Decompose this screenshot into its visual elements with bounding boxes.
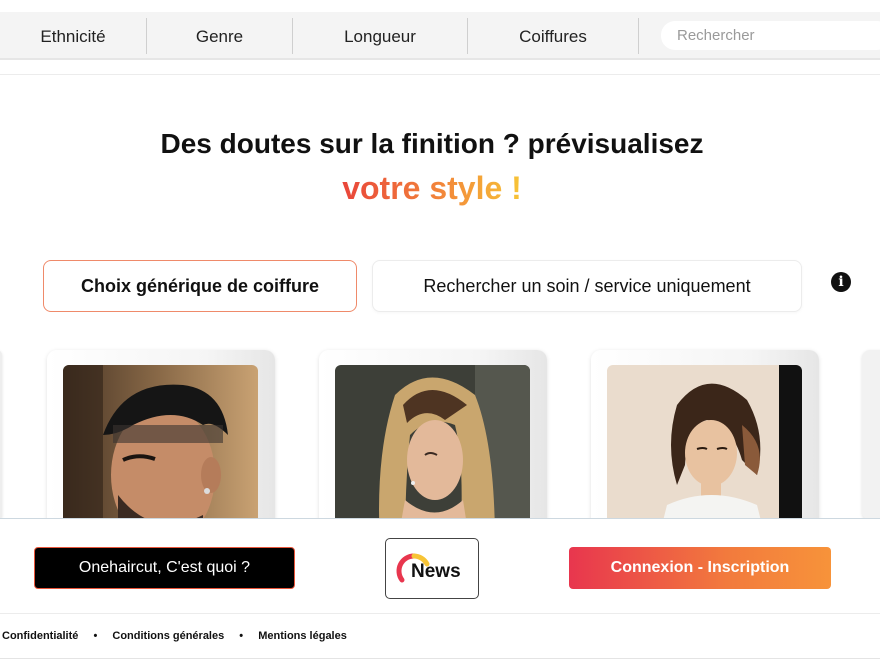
carousel-card-partial[interactable]	[862, 350, 880, 520]
divider	[0, 613, 880, 614]
carousel-card-partial[interactable]	[0, 350, 2, 520]
footer-link-privacy[interactable]: Confidentialité	[2, 630, 78, 642]
footer-link-terms[interactable]: Conditions générales	[112, 630, 224, 642]
divider	[0, 658, 880, 659]
generic-hairstyle-button[interactable]: Choix générique de coiffure	[43, 260, 357, 312]
hero-accent: votre style !	[0, 170, 864, 207]
info-icon[interactable]: i	[831, 272, 851, 292]
nav-genre[interactable]: Genre	[147, 12, 292, 60]
footer-link-legal[interactable]: Mentions légales	[258, 630, 347, 642]
nav-ethnicite[interactable]: Ethnicité	[0, 12, 146, 60]
news-label: News	[411, 561, 461, 582]
nav-coiffures[interactable]: Coiffures	[468, 12, 638, 60]
divider	[0, 74, 880, 75]
about-button[interactable]: Onehaircut, C'est quoi ?	[34, 547, 295, 589]
nav-longueur[interactable]: Longueur	[293, 12, 467, 60]
search-service-button[interactable]: Rechercher un soin / service uniquement	[372, 260, 802, 312]
top-nav: Ethnicité Genre Longueur Coiffures	[0, 12, 880, 60]
hero-accent-text: votre style !	[342, 170, 522, 206]
footer-separator: •	[93, 630, 98, 642]
footer-links: Confidentialité • Conditions générales •…	[2, 630, 347, 642]
hero-title: Des doutes sur la finition ? prévisualis…	[160, 128, 704, 159]
nav-divider	[638, 18, 639, 54]
footer-separator: •	[239, 630, 244, 642]
login-signup-button[interactable]: Connexion - Inscription	[569, 547, 831, 589]
news-button[interactable]: News	[385, 538, 479, 599]
search-input[interactable]	[661, 21, 880, 50]
